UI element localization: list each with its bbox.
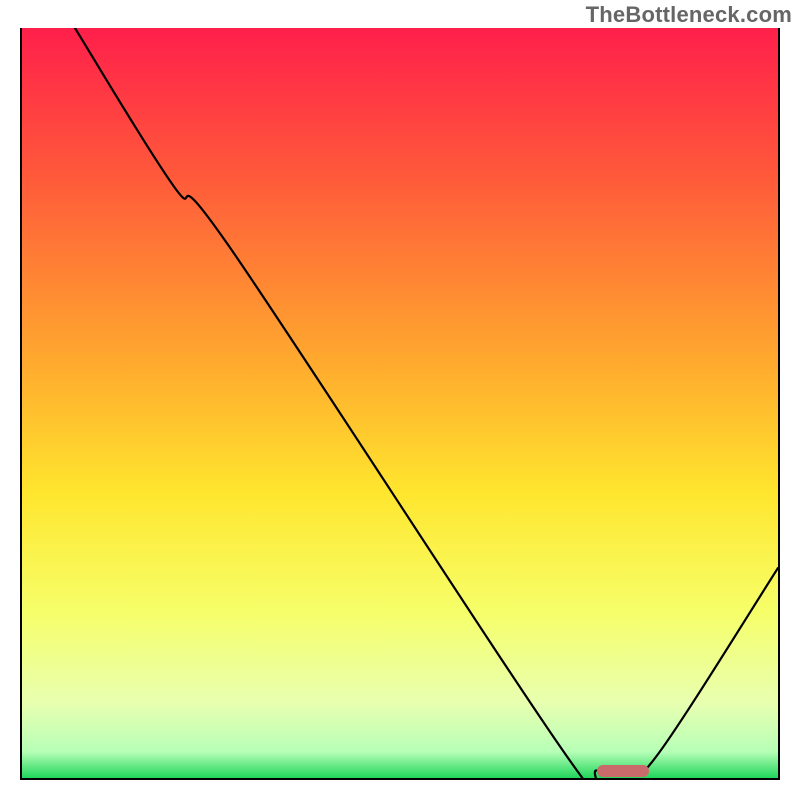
bottleneck-chart-canvas: TheBottleneck.com [0,0,800,800]
gradient-background [22,28,778,778]
plot-frame [20,28,780,780]
watermark-text: TheBottleneck.com [586,2,792,28]
optimal-range-marker [597,765,650,777]
plot-svg [22,28,778,778]
